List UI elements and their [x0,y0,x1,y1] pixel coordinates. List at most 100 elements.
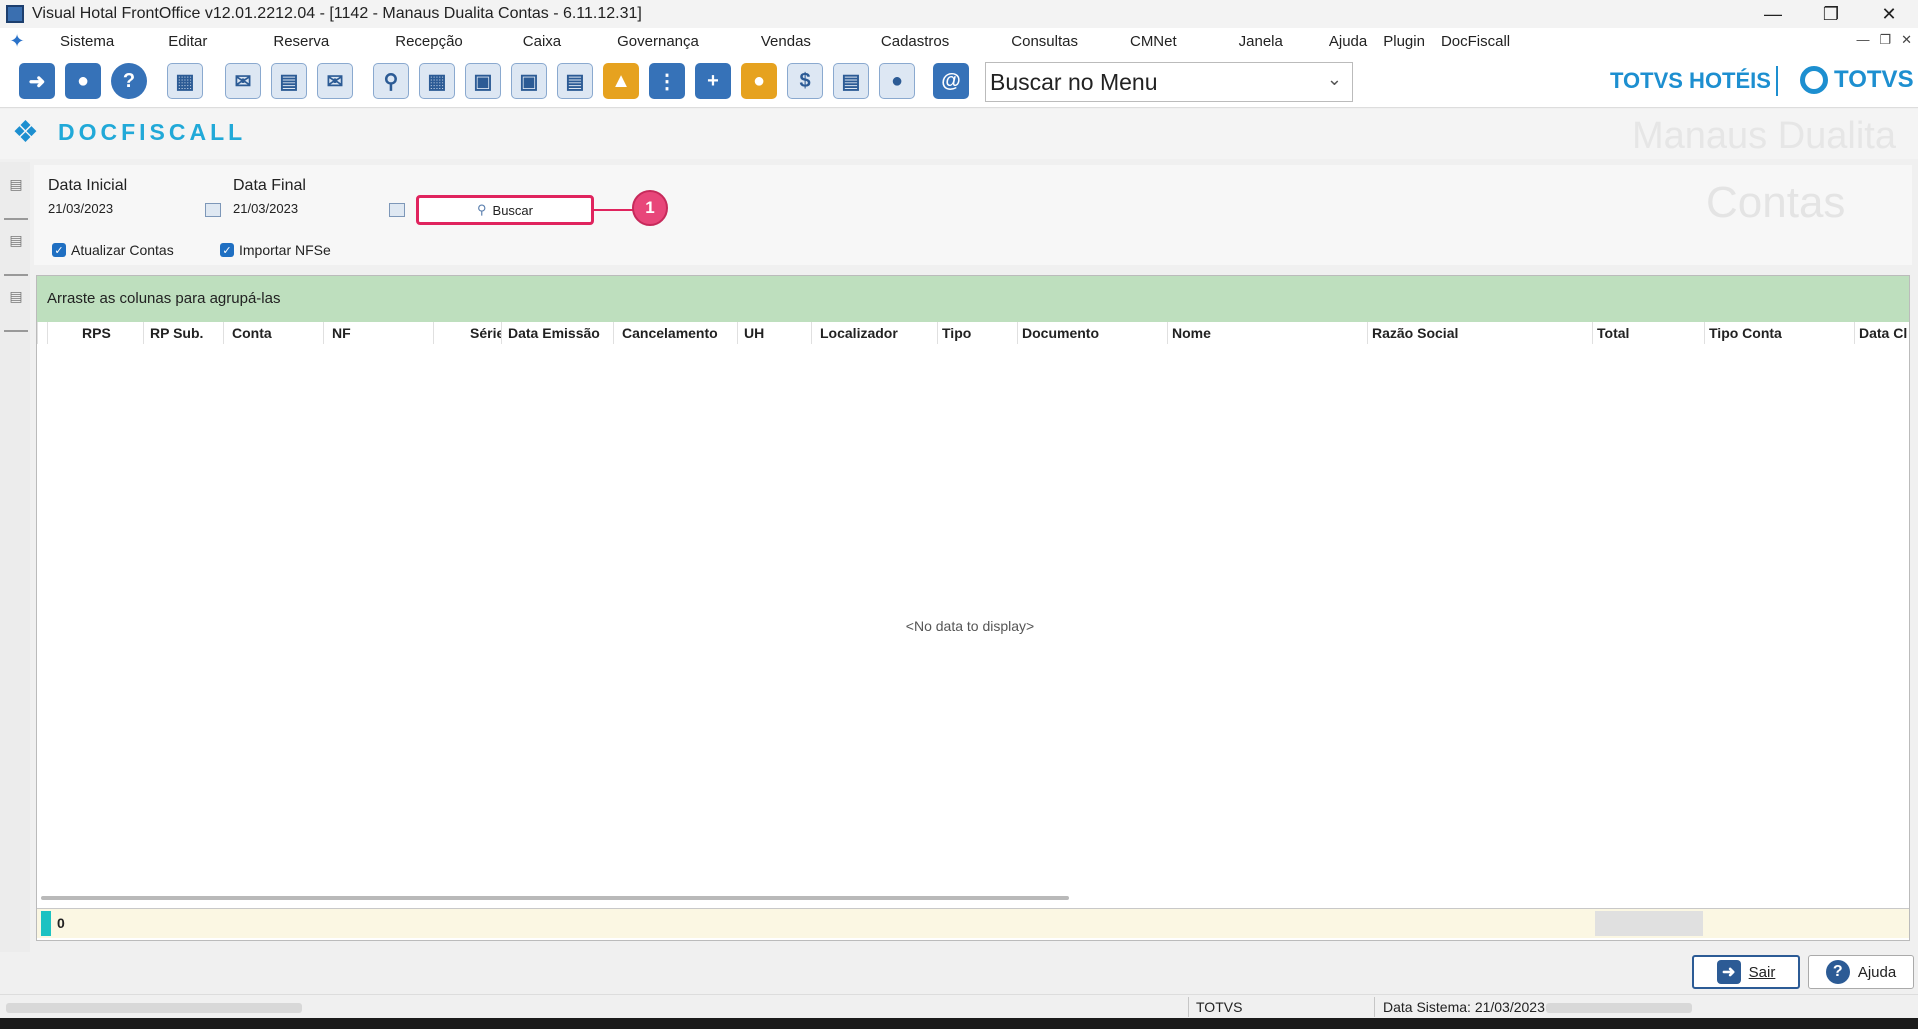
network-icon[interactable]: ▦ [164,60,206,102]
watermark-hotel: Manaus Dualita [1631,115,1896,157]
column-header-indicator [37,322,47,344]
status-system-date: Data Sistema: 21/03/2023 [1383,999,1545,1015]
horizontal-scrollbar[interactable] [41,896,1069,900]
menu-janela[interactable]: Janela [1231,33,1291,50]
footsteps-icon[interactable]: ⋮ [646,60,688,102]
title-bar: Visual Hotal FrontOffice v12.01.2212.04 … [0,0,1918,28]
room-card-icon[interactable]: ▣ [508,60,550,102]
concierge-icon[interactable]: ● [876,60,918,102]
search-icon[interactable]: ⚲ [370,60,412,102]
restore-icon[interactable]: ❐ [1802,0,1860,28]
mdi-restore-icon[interactable]: ❐ [1879,32,1891,48]
column-header-rps[interactable]: RPS [47,322,115,344]
column-header-razao-social[interactable]: Razão Social [1367,322,1592,344]
brand-separator [1776,66,1778,96]
menu-plugin[interactable]: Plugin [1375,33,1433,50]
sair-button[interactable]: ➜ Sair [1692,955,1800,989]
ajuda-button[interactable]: ? Ajuda [1808,955,1914,989]
menu-cadastros[interactable]: Cadastros [873,33,957,50]
checklist-icon[interactable]: ▤ [268,60,310,102]
module-title: DOCFISCALL [58,119,247,145]
side-tab-document-icon[interactable]: ▤ [4,232,28,276]
column-header-serie[interactable]: Série [433,322,501,344]
atualizar-contas-label: Atualizar Contas [71,242,174,258]
status-separator [1374,997,1375,1017]
calendar-picker-icon[interactable] [205,203,221,217]
column-header-conta[interactable]: Conta [223,322,313,344]
menu-docfiscall[interactable]: DocFiscall [1433,33,1518,50]
watermark-contas: Contas [1706,178,1846,227]
add-guest-icon[interactable]: + [692,60,734,102]
module-header: ❖ DOCFISCALL Manaus Dualita [0,109,1918,159]
guest-card-icon[interactable]: ▣ [462,60,504,102]
column-header-rp-sub[interactable]: RP Sub. [143,322,213,344]
column-header-uh[interactable]: UH [737,322,813,344]
printer-icon[interactable]: ▤ [830,60,872,102]
brand-totvs: TOTVS [1800,66,1914,94]
exit-icon: ➜ [1716,960,1741,984]
menu-consultas[interactable]: Consultas [1003,33,1086,50]
data-final-input[interactable]: 21/03/2023 [233,201,298,216]
menu-ajuda[interactable]: Ajuda [1321,33,1375,50]
brazil-map-icon: ❖ [12,116,39,149]
app-menu-icon[interactable]: ✦ [6,31,28,51]
column-header-row: RPS RP Sub. Conta NF Série Data Emissão … [37,322,1909,344]
column-header-data-cl[interactable]: Data Cl [1854,322,1909,344]
data-final-label: Data Final [233,177,306,194]
close-icon[interactable]: ✕ [1860,0,1918,28]
importar-nfse-checkbox[interactable]: ✓ Importar NFSe [220,242,331,258]
column-header-cancelamento[interactable]: Cancelamento [613,322,733,344]
menu-editar[interactable]: Editar [160,33,215,50]
exit-icon[interactable]: ➜ [16,60,58,102]
column-header-localizador[interactable]: Localizador [811,322,935,344]
column-header-total[interactable]: Total [1592,322,1704,344]
column-header-documento[interactable]: Documento [1017,322,1167,344]
data-inicial-label: Data Inicial [48,177,128,194]
housekeeping-icon[interactable]: ● [738,60,780,102]
column-header-nome[interactable]: Nome [1167,322,1367,344]
report-user-icon[interactable]: ▤ [554,60,596,102]
mdi-minimize-icon[interactable]: — [1856,32,1869,48]
column-header-tipo-conta[interactable]: Tipo Conta [1704,322,1854,344]
minimize-icon[interactable]: — [1744,0,1802,28]
ajuda-label: Ajuda [1857,963,1897,981]
menu-reserva[interactable]: Reserva [265,33,337,50]
menu-governanca[interactable]: Governança [609,33,707,50]
calendar-picker-icon[interactable] [389,203,405,217]
side-tab-report-icon[interactable]: ▤ [4,288,28,332]
calendar-icon[interactable]: ▦ [416,60,458,102]
toolbar: ➜ ● ? ▦ ✉ ▤ ✉ ⚲ ▦ ▣ ▣ ▤ ▲ ⋮ + ● $ ▤ ● @ … [0,54,1918,108]
data-inicial-input[interactable]: 21/03/2023 [48,201,113,216]
mail-icon[interactable]: ✉ [222,60,264,102]
bell-icon[interactable]: ▲ [600,60,642,102]
totvs-logo-icon [1800,66,1828,94]
side-tab-export-icon[interactable]: ▤ [4,176,28,220]
column-header-tipo[interactable]: Tipo [937,322,1017,344]
atualizar-contas-checkbox[interactable]: ✓ Atualizar Contas [52,242,174,258]
menu-search-combobox[interactable]: Buscar no Menu ⌄ [985,62,1353,102]
help-icon[interactable]: ? [108,60,150,102]
column-header-nf[interactable]: NF [323,322,423,344]
menu-cmnet[interactable]: CMNet [1122,33,1185,50]
email-at-icon[interactable]: @ [930,60,972,102]
footer-indicator [41,911,51,936]
callout-badge: 1 [632,190,668,226]
checkmark-icon: ✓ [220,243,234,257]
column-header-data-emissao[interactable]: Data Emissão [501,322,611,344]
chevron-down-icon[interactable]: ⌄ [1327,69,1342,90]
checkmark-icon: ✓ [52,243,66,257]
menu-vendas[interactable]: Vendas [753,33,819,50]
send-mail-icon[interactable]: ✉ [314,60,356,102]
buscar-button[interactable]: ⚲ Buscar [416,195,594,225]
status-user-info [6,999,302,1015]
mdi-close-icon[interactable]: ✕ [1901,32,1912,48]
window-title: Visual Hotal FrontOffice v12.01.2212.04 … [32,5,642,22]
user-key-icon[interactable]: ● [62,60,104,102]
status-vendor: TOTVS [1196,999,1243,1015]
menu-sistema[interactable]: Sistema [52,33,122,50]
menu-recepcao[interactable]: Recepção [387,33,471,50]
group-panel[interactable]: Arraste as colunas para agrupá-las [37,276,1909,322]
menu-caixa[interactable]: Caixa [515,33,569,50]
cash-icon[interactable]: $ [784,60,826,102]
menu-search-text: Buscar no Menu [990,68,1158,95]
